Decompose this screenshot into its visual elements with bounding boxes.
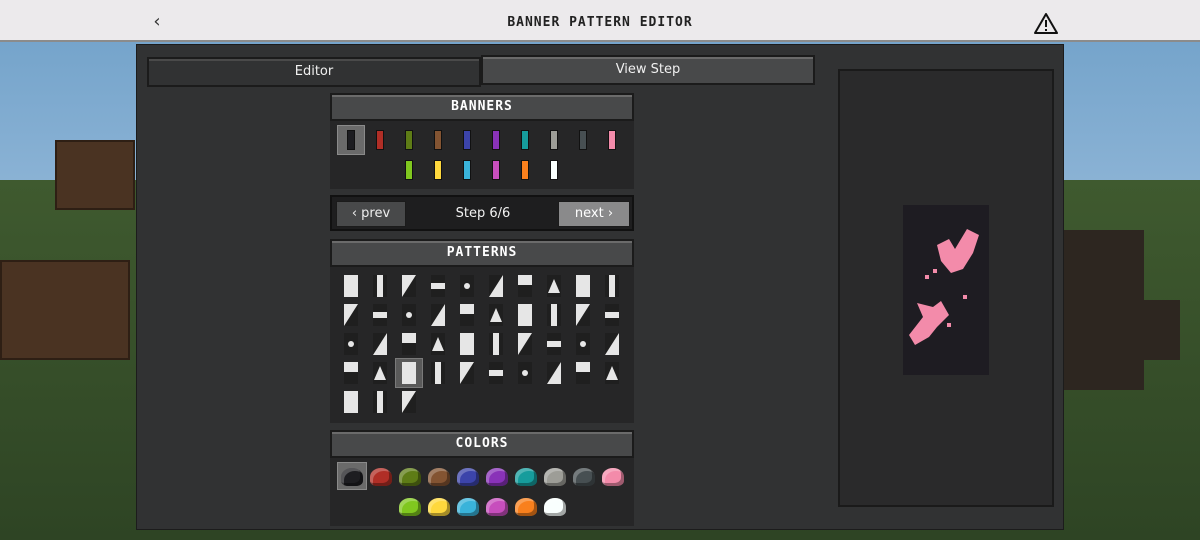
warning-triangle-icon[interactable] [1034, 12, 1058, 36]
dye-color-swatch[interactable] [457, 498, 479, 516]
wooden-structure [0, 260, 130, 360]
pattern-option[interactable] [605, 362, 619, 384]
colors-header: COLORS [330, 430, 634, 458]
banner-swatch[interactable] [405, 130, 413, 150]
step-indicator: Step 6/6 [455, 206, 511, 221]
dye-color-swatch[interactable] [428, 468, 450, 486]
dye-color-swatch[interactable] [370, 468, 392, 486]
next-step-button[interactable]: next › [558, 201, 630, 227]
pattern-option[interactable] [518, 362, 532, 384]
pattern-option[interactable] [547, 275, 561, 297]
pattern-option[interactable] [431, 362, 445, 384]
pattern-option[interactable] [431, 275, 445, 297]
pattern-option[interactable] [373, 304, 387, 326]
pattern-option[interactable] [489, 333, 503, 355]
wooden-structure [55, 140, 135, 210]
pattern-option[interactable] [576, 333, 590, 355]
banners-palette [330, 121, 634, 189]
pattern-option[interactable] [576, 362, 590, 384]
pattern-option[interactable] [460, 304, 474, 326]
pattern-option[interactable] [373, 275, 387, 297]
page-title: BANNER PATTERN EDITOR [507, 15, 693, 30]
banner-swatch[interactable] [463, 160, 471, 180]
banner-preview [838, 69, 1054, 507]
banner-swatch[interactable] [550, 130, 558, 150]
pattern-option[interactable] [460, 333, 474, 355]
dye-color-swatch[interactable] [341, 468, 363, 486]
banner-swatch[interactable] [463, 130, 471, 150]
pattern-option[interactable] [344, 304, 358, 326]
banner-swatch[interactable] [405, 160, 413, 180]
banner-swatch[interactable] [608, 130, 616, 150]
banner-swatch[interactable] [434, 130, 442, 150]
pattern-option[interactable] [576, 304, 590, 326]
pattern-option[interactable] [518, 275, 532, 297]
banner-swatch[interactable] [492, 130, 500, 150]
pattern-option[interactable] [518, 333, 532, 355]
pattern-option[interactable] [547, 333, 561, 355]
dye-color-swatch[interactable] [428, 498, 450, 516]
pattern-option[interactable] [402, 304, 416, 326]
pattern-option[interactable] [373, 391, 387, 413]
header-bar: ‹ BANNER PATTERN EDITOR [0, 0, 1200, 42]
pattern-option[interactable] [489, 304, 503, 326]
dye-color-swatch[interactable] [399, 498, 421, 516]
tab-editor[interactable]: Editor [147, 57, 481, 87]
banner-swatch[interactable] [376, 130, 384, 150]
patterns-palette [330, 267, 634, 423]
pattern-option[interactable] [605, 333, 619, 355]
pattern-option[interactable] [402, 391, 416, 413]
banner-pattern-art [909, 229, 979, 345]
editor-panel: Editor View Step BANNERS ‹ prev Step 6/6… [136, 44, 1064, 530]
pattern-option[interactable] [547, 304, 561, 326]
preview-banner [903, 205, 989, 375]
pattern-option[interactable] [605, 304, 619, 326]
tree-trunk [1100, 300, 1180, 360]
pattern-option[interactable] [460, 362, 474, 384]
tab-view-step[interactable]: View Step [481, 55, 815, 85]
pattern-option[interactable] [460, 275, 474, 297]
pattern-option[interactable] [489, 275, 503, 297]
pattern-option[interactable] [402, 362, 416, 384]
dye-color-swatch[interactable] [399, 468, 421, 486]
banner-swatch[interactable] [434, 160, 442, 180]
banner-swatch[interactable] [579, 130, 587, 150]
pattern-option[interactable] [576, 275, 590, 297]
pattern-option[interactable] [373, 362, 387, 384]
pattern-option[interactable] [605, 275, 619, 297]
dye-color-swatch[interactable] [573, 468, 595, 486]
dye-color-swatch[interactable] [515, 468, 537, 486]
banner-swatch[interactable] [521, 160, 529, 180]
dye-color-swatch[interactable] [486, 498, 508, 516]
pattern-option[interactable] [547, 362, 561, 384]
banner-swatch[interactable] [521, 130, 529, 150]
patterns-header: PATTERNS [330, 239, 634, 267]
dye-color-swatch[interactable] [515, 498, 537, 516]
dye-color-swatch[interactable] [457, 468, 479, 486]
pattern-option[interactable] [344, 362, 358, 384]
pattern-option[interactable] [402, 333, 416, 355]
banner-swatch[interactable] [492, 160, 500, 180]
dye-color-swatch[interactable] [602, 468, 624, 486]
pattern-option[interactable] [489, 362, 503, 384]
pattern-option[interactable] [402, 275, 416, 297]
banners-header: BANNERS [330, 93, 634, 121]
pattern-option[interactable] [344, 391, 358, 413]
pattern-option[interactable] [518, 304, 532, 326]
pattern-option[interactable] [344, 333, 358, 355]
prev-step-button[interactable]: ‹ prev [336, 201, 406, 227]
dye-color-swatch[interactable] [544, 468, 566, 486]
step-navigator: ‹ prev Step 6/6 next › [330, 195, 634, 231]
pattern-option[interactable] [431, 304, 445, 326]
banner-swatch[interactable] [550, 160, 558, 180]
dye-color-swatch[interactable] [486, 468, 508, 486]
pattern-option[interactable] [344, 275, 358, 297]
dye-color-swatch[interactable] [544, 498, 566, 516]
pattern-option[interactable] [373, 333, 387, 355]
colors-palette [330, 458, 634, 526]
pattern-option[interactable] [431, 333, 445, 355]
banner-swatch[interactable] [347, 130, 355, 150]
